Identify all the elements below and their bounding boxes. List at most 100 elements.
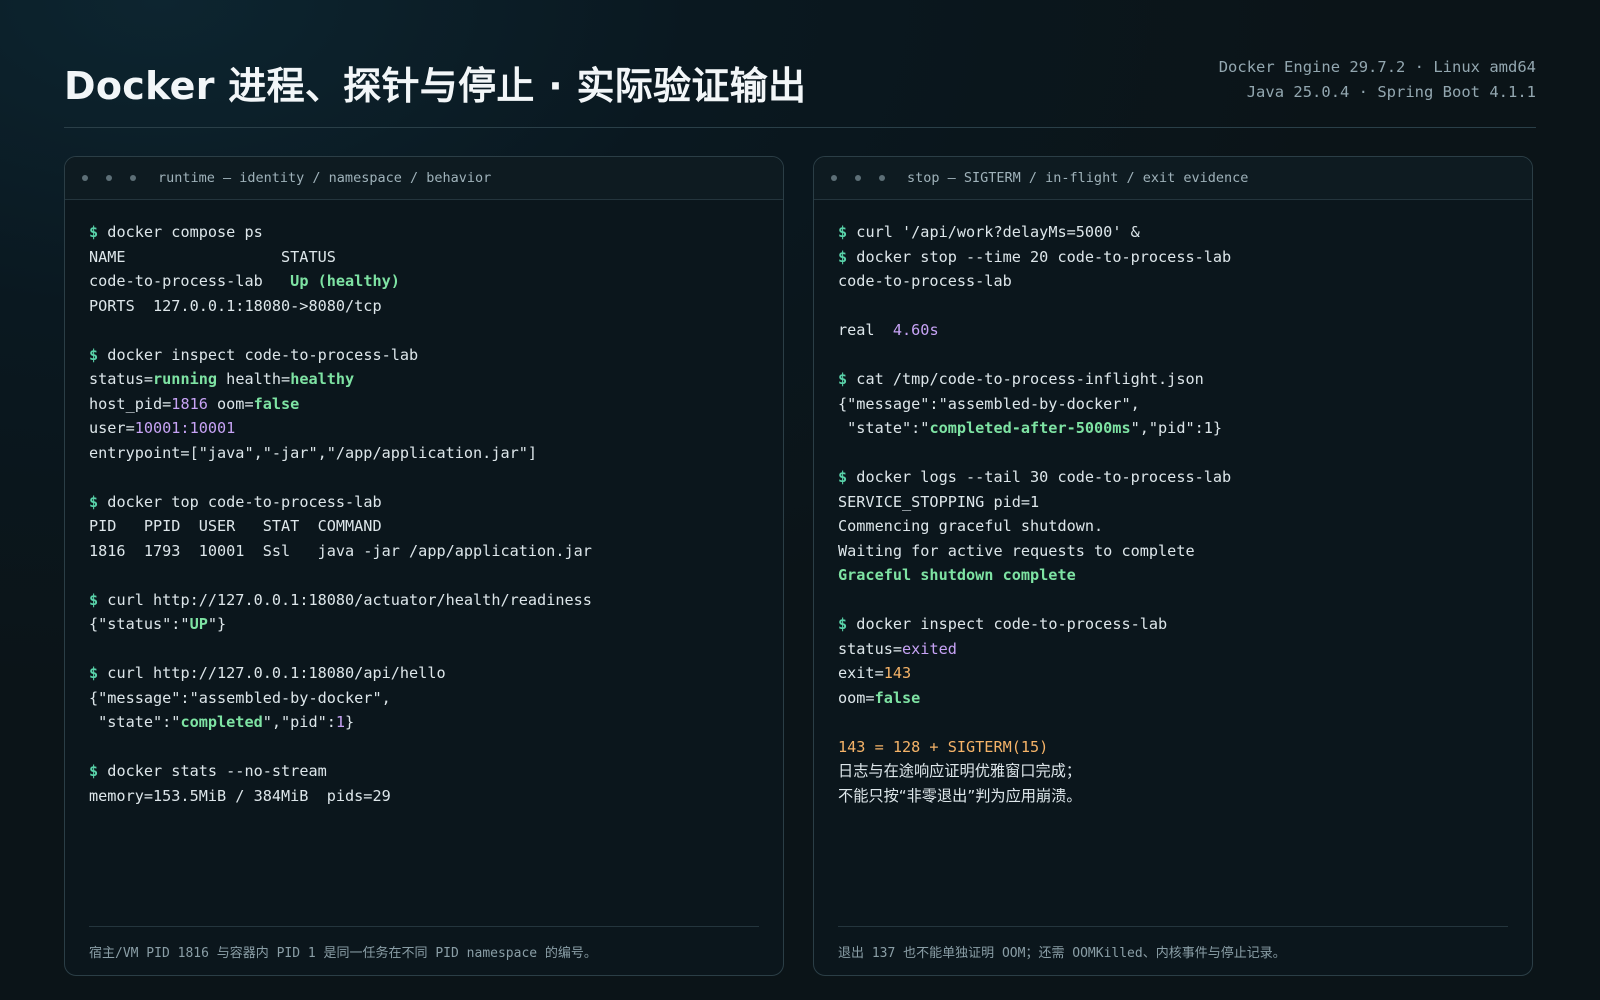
terminal-line: host_pid=1816 oom=false — [89, 392, 763, 417]
terminal-text: real — [838, 321, 893, 339]
page-title: Docker 进程、探针与停止 · 实际验证输出 — [64, 64, 807, 108]
terminal-text: exit= — [838, 664, 884, 682]
terminal-line: entrypoint=["java","-jar","/app/applicat… — [89, 441, 763, 466]
terminal-line: $ docker compose ps — [89, 220, 763, 245]
terminal-text: PID PPID USER STAT COMMAND — [89, 517, 382, 535]
terminal-text: curl http://127.0.0.1:18080/api/hello — [107, 664, 446, 682]
terminal-text: oom= — [207, 394, 254, 413]
terminal-text: "state":" — [838, 419, 930, 437]
terminal-text: status= — [838, 639, 903, 658]
terminal-line: $ docker stats --no-stream — [89, 759, 763, 784]
terminal-text: {"message":"assembled-by-docker", — [838, 394, 1140, 413]
terminal-text: false — [874, 688, 921, 707]
terminal-line: status=exited — [838, 637, 1512, 662]
shell-prompt: $ — [838, 223, 857, 241]
terminal-text: user= — [89, 419, 135, 437]
terminal-line: {"message":"assembled-by-docker", — [838, 392, 1512, 417]
terminal-line: NAME STATUS — [89, 245, 763, 270]
page-header: Docker 进程、探针与停止 · 实际验证输出 Docker Engine 2… — [64, 0, 1536, 128]
terminal-text: docker inspect code-to-process-lab — [107, 345, 419, 364]
terminal-text: 不能只按“非零退出”判为应用崩溃。 — [838, 786, 1082, 805]
shell-prompt: $ — [838, 370, 857, 388]
terminal-line: SERVICE_STOPPING pid=1 — [838, 490, 1512, 515]
window-dot-icon — [82, 175, 88, 181]
window-dot-icon — [879, 175, 885, 181]
terminal-line: 1816 1793 10001 Ssl java -jar /app/appli… — [89, 539, 763, 564]
terminal-line: memory=153.5MiB / 384MiB pids=29 — [89, 784, 763, 809]
terminal-line: "state":"completed-after-5000ms","pid":1… — [838, 416, 1512, 441]
terminal-text: 1816 — [171, 394, 208, 413]
terminal-text: ","pid":1} — [1130, 419, 1223, 437]
window-dot-icon — [130, 175, 136, 181]
terminal-text: Graceful shutdown complete — [838, 566, 1076, 584]
terminal-line: Graceful shutdown complete — [838, 563, 1512, 588]
terminal-line: Waiting for active requests to complete — [838, 539, 1512, 564]
terminal-line: $ docker inspect code-to-process-lab — [838, 612, 1512, 637]
engine-version: Docker Engine 29.7.2 · Linux amd64 — [1218, 58, 1536, 76]
terminal-text: curl http://127.0.0.1:18080/actuator/hea… — [107, 590, 592, 609]
shell-prompt: $ — [89, 345, 108, 364]
terminal-line: 143 = 128 + SIGTERM(15) — [838, 735, 1512, 760]
terminal-text: 10001:10001 — [134, 419, 236, 437]
terminal-text: Commencing graceful shutdown. — [838, 517, 1104, 535]
terminal-text: completed — [180, 713, 263, 731]
terminal-text: SERVICE_STOPPING pid=1 — [838, 492, 1040, 511]
terminal-line: 不能只按“非零退出”判为应用崩溃。 — [838, 784, 1512, 809]
terminal-text: 143 — [883, 664, 912, 682]
terminal-text: "state":" — [89, 713, 181, 731]
terminal-line: oom=false — [838, 686, 1512, 711]
terminal-text: 1816 1793 10001 Ssl java -jar /app/appli… — [89, 541, 592, 560]
terminal-text: Up (healthy) — [290, 272, 400, 290]
terminal-text: oom= — [838, 688, 875, 707]
terminal-text: ","pid": — [262, 713, 336, 731]
terminal-text: 日志与在途响应证明优雅窗口完成； — [838, 762, 1081, 780]
window-dot-icon — [831, 175, 837, 181]
shell-prompt: $ — [838, 615, 857, 633]
terminal-text: entrypoint=["java","-jar","/app/applicat… — [89, 443, 538, 462]
terminal-text: NAME STATUS — [89, 247, 336, 266]
terminal-text: docker logs --tail 30 code-to-process-la… — [856, 468, 1232, 486]
terminal-line: 日志与在途响应证明优雅窗口完成； — [838, 759, 1512, 784]
terminal-text: 143 = 128 + SIGTERM(15) — [838, 737, 1049, 756]
terminal-text: } — [345, 713, 355, 731]
terminal-text: code-to-process-lab — [838, 272, 1012, 290]
runtime-terminal-panel: runtime — identity / namespace / behavio… — [64, 156, 784, 976]
terminal-line: Commencing graceful shutdown. — [838, 514, 1512, 539]
terminal-text: {"status":" — [89, 615, 190, 633]
terminal-line: $ docker top code-to-process-lab — [89, 490, 763, 515]
terminal-text: host_pid= — [89, 394, 172, 413]
terminal-line: $ docker inspect code-to-process-lab — [89, 343, 763, 368]
terminal-text: cat /tmp/code-to-process-inflight.json — [856, 370, 1204, 388]
panel-footnote: 宿主/VM PID 1816 与容器内 PID 1 是同一任务在不同 PID n… — [89, 926, 759, 975]
window-dot-icon — [106, 175, 112, 181]
panel-footnote: 退出 137 也不能单独证明 OOM；还需 OOMKilled、内核事件与停止记… — [838, 926, 1508, 975]
version-info: Docker Engine 29.7.2 · Linux amd64 Java … — [1219, 55, 1536, 105]
terminal-line: code-to-process-lab — [838, 269, 1512, 294]
shell-prompt: $ — [89, 223, 108, 241]
terminal-line: user=10001:10001 — [89, 416, 763, 441]
terminal-output: $ curl '/api/work?delayMs=5000' & $ docke… — [838, 220, 1512, 808]
stop-terminal-panel: stop — SIGTERM / in-flight / exit eviden… — [813, 156, 1533, 976]
terminal-text: exited — [902, 639, 957, 658]
terminal-text: Waiting for active requests to complete — [838, 541, 1195, 560]
terminal-line: $ docker logs --tail 30 code-to-process-… — [838, 465, 1512, 490]
terminal-line: PORTS 127.0.0.1:18080->8080/tcp — [89, 294, 763, 319]
terminal-text: docker stop --time 20 code-to-process-la… — [856, 247, 1232, 266]
terminal-title-bar: stop — SIGTERM / in-flight / exit eviden… — [814, 157, 1532, 200]
terminal-output: $ docker compose ps NAME STATUS code-to-pr… — [89, 220, 763, 808]
terminal-line: exit=143 — [838, 661, 1512, 686]
terminal-line: {"status":"UP"} — [89, 612, 763, 637]
shell-prompt: $ — [89, 664, 108, 682]
terminal-text: completed-after-5000ms — [929, 419, 1131, 437]
shell-prompt: $ — [838, 468, 857, 486]
terminal-text: docker compose ps — [107, 223, 263, 241]
terminal-title-bar: runtime — identity / namespace / behavio… — [65, 157, 783, 200]
terminal-text: docker top code-to-process-lab — [107, 492, 382, 511]
